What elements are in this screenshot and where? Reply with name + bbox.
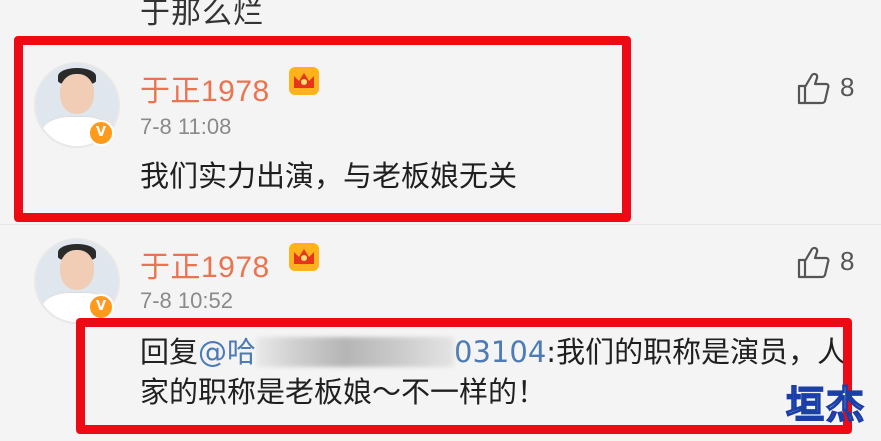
thumbs-up-icon[interactable] (795, 244, 831, 280)
comment-divider (0, 224, 881, 225)
highlight-box (14, 36, 631, 222)
crown-badge-icon[interactable] (288, 242, 320, 272)
comment-timestamp: 7-8 10:52 (140, 288, 233, 313)
verified-v-icon: V (88, 294, 114, 320)
like-count: 8 (840, 72, 855, 102)
watermark: 垣杰 (785, 382, 867, 428)
previous-comment-fragment: 于那么烂 (140, 0, 264, 31)
username-link[interactable]: 于正1978 (140, 242, 270, 286)
highlight-box (76, 318, 852, 434)
like-count: 8 (840, 246, 855, 276)
thumbs-up-icon[interactable] (795, 70, 831, 106)
